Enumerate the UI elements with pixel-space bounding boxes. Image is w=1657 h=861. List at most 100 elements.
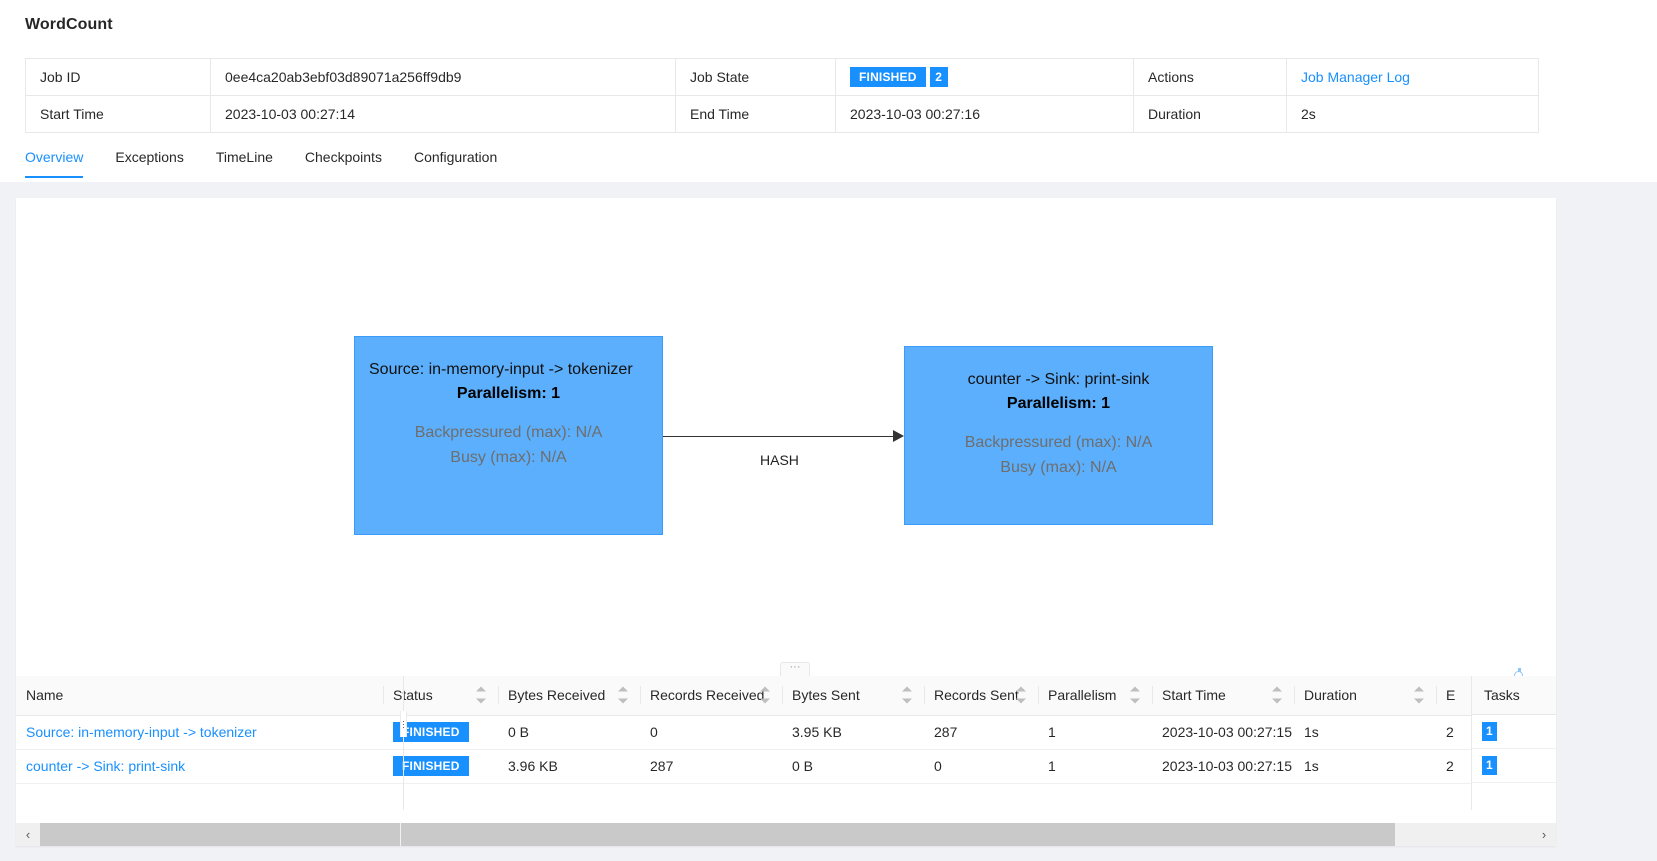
sort-arrows-icon[interactable] — [1272, 686, 1282, 704]
column-label: Bytes Sent — [792, 687, 860, 704]
table-row[interactable]: counter -> Sink: print-sink FINISHED 3.9… — [16, 749, 1556, 784]
cell-parallelism: 1 — [1038, 749, 1152, 784]
scroll-left-arrow-icon[interactable]: ‹ — [16, 823, 40, 846]
table-row: Job ID 0ee4ca20ab3ebf03d89071a256ff9db9 … — [25, 58, 1539, 96]
cell-name: Source: in-memory-input -> tokenizer — [16, 715, 383, 750]
cell-name: counter -> Sink: print-sink — [16, 749, 383, 784]
graph-edge-label: HASH — [760, 452, 799, 468]
column-label: Records Received — [650, 687, 765, 704]
cell-tasks: 1 — [1472, 715, 1556, 749]
graph-node-parallelism: Parallelism: 1 — [1006, 395, 1111, 412]
start-time-value: 2023-10-03 00:27:14 — [210, 95, 676, 133]
job-state-count-badge: 2 — [929, 67, 948, 87]
graph-node-backpressure: Backpressured (max): N/A — [964, 434, 1153, 451]
column-label: Duration — [1304, 687, 1357, 704]
vertices-table: Name Status Bytes Received Records Recei… — [16, 676, 1556, 784]
column-label: E — [1446, 687, 1456, 704]
graph-node-backpressure: Backpressured (max): N/A — [414, 424, 603, 441]
job-summary-table: Job ID 0ee4ca20ab3ebf03d89071a256ff9db9 … — [25, 58, 1539, 133]
tab-exceptions[interactable]: Exceptions — [115, 146, 183, 178]
panel-resize-handle[interactable]: ··· — [780, 662, 810, 676]
graph-node-source[interactable]: Source: in-memory-input -> tokenizer Par… — [354, 336, 663, 535]
job-state-label: Job State — [675, 58, 836, 96]
scroll-right-arrow-icon[interactable]: › — [1532, 823, 1556, 846]
actions-label: Actions — [1133, 58, 1287, 96]
job-id-value: 0ee4ca20ab3ebf03d89071a256ff9db9 — [210, 58, 676, 96]
vertices-table-header-row: Name Status Bytes Received Records Recei… — [16, 676, 1556, 716]
end-time-value: 2023-10-03 00:27:16 — [835, 95, 1134, 133]
job-state-value-cell: FINISHED 2 — [835, 58, 1134, 96]
cell-records-received: 0 — [640, 715, 782, 750]
status-badge: FINISHED — [850, 67, 926, 87]
end-time-label: End Time — [675, 95, 836, 133]
page-title: WordCount — [25, 16, 113, 33]
vertices-table-wrapper: Name Status Bytes Received Records Recei… — [16, 676, 1556, 846]
column-header-duration[interactable]: Duration — [1294, 676, 1436, 716]
column-header-bytes-received[interactable]: Bytes Received — [498, 676, 640, 716]
cell-bytes-received: 3.96 KB — [498, 749, 640, 784]
column-resize-grip[interactable] — [400, 711, 407, 737]
sort-arrows-icon[interactable] — [1130, 686, 1140, 704]
column-header-bytes-sent[interactable]: Bytes Sent — [782, 676, 924, 716]
cell-parallelism: 1 — [1038, 715, 1152, 750]
flink-job-overview-page: WordCount Job ID 0ee4ca20ab3ebf03d89071a… — [0, 0, 1657, 861]
graph-node-busy: Busy (max): N/A — [450, 449, 567, 466]
graph-node-name: counter -> Sink: print-sink — [967, 371, 1150, 388]
column-header-tasks[interactable]: Tasks — [1472, 676, 1556, 715]
horizontal-scrollbar[interactable]: ‹ › — [16, 823, 1556, 846]
sort-arrows-icon[interactable] — [1414, 686, 1424, 704]
graph-edge-arrowhead — [893, 430, 904, 442]
column-label: Parallelism — [1048, 687, 1117, 704]
tab-configuration[interactable]: Configuration — [414, 146, 497, 178]
tab-timeline[interactable]: TimeLine — [216, 146, 273, 178]
column-header-start-time[interactable]: Start Time — [1152, 676, 1294, 716]
duration-label: Duration — [1133, 95, 1287, 133]
column-header-name: Name — [16, 676, 383, 716]
job-graph-canvas[interactable]: Source: in-memory-input -> tokenizer Par… — [16, 198, 1556, 675]
scrollbar-thumb[interactable] — [40, 823, 1395, 846]
sort-arrows-icon[interactable] — [1016, 686, 1026, 704]
sort-arrows-icon[interactable] — [618, 686, 628, 704]
cell-start-time: 2023-10-03 00:27:15 — [1152, 715, 1294, 750]
column-header-parallelism[interactable]: Parallelism — [1038, 676, 1152, 716]
cell-duration: 1s — [1294, 715, 1436, 750]
cell-start-time: 2023-10-03 00:27:15 — [1152, 749, 1294, 784]
table-row[interactable]: Source: in-memory-input -> tokenizer FIN… — [16, 715, 1556, 750]
actions-value-cell: Job Manager Log — [1286, 58, 1539, 96]
job-id-label: Job ID — [25, 58, 211, 96]
column-label: Name — [26, 687, 64, 704]
duration-value: 2s — [1286, 95, 1539, 133]
tasks-count-badge: 1 — [1482, 722, 1497, 741]
start-time-label: Start Time — [25, 95, 211, 133]
sort-arrows-icon[interactable] — [476, 686, 486, 704]
tab-checkpoints[interactable]: Checkpoints — [305, 146, 382, 178]
frozen-column-divider — [403, 676, 404, 810]
column-label: Status — [393, 687, 433, 704]
column-header-records-sent[interactable]: Records Sent — [924, 676, 1038, 716]
cell-records-received: 287 — [640, 749, 782, 784]
tab-overview[interactable]: Overview — [25, 146, 84, 178]
tasks-frozen-column: Tasks 1 1 — [1471, 676, 1556, 810]
sort-arrows-icon[interactable] — [760, 686, 770, 704]
scrollbar-track[interactable] — [40, 823, 1532, 846]
cell-duration: 1s — [1294, 749, 1436, 784]
tasks-count-badge: 1 — [1482, 756, 1497, 775]
status-badge: FINISHED — [393, 756, 469, 776]
job-tabs: Overview Exceptions TimeLine Checkpoints… — [25, 146, 529, 182]
column-label: Start Time — [1162, 687, 1226, 704]
cell-bytes-received: 0 B — [498, 715, 640, 750]
sort-arrows-icon[interactable] — [902, 686, 912, 704]
job-manager-log-link[interactable]: Job Manager Log — [1301, 69, 1410, 85]
column-header-records-received[interactable]: Records Received — [640, 676, 782, 716]
job-header-panel: WordCount Job ID 0ee4ca20ab3ebf03d89071a… — [0, 0, 1657, 182]
vertex-name-link[interactable]: Source: in-memory-input -> tokenizer — [26, 724, 257, 740]
graph-node-parallelism: Parallelism: 1 — [456, 385, 561, 402]
cell-bytes-sent: 3.95 KB — [782, 715, 924, 750]
overview-card: Source: in-memory-input -> tokenizer Par… — [16, 198, 1556, 846]
graph-edge-line — [663, 436, 895, 437]
graph-node-sink[interactable]: counter -> Sink: print-sink Parallelism:… — [904, 346, 1213, 525]
cell-status: FINISHED — [383, 749, 498, 784]
graph-node-busy: Busy (max): N/A — [1000, 459, 1117, 476]
column-header-status[interactable]: Status — [383, 676, 498, 716]
vertex-name-link[interactable]: counter -> Sink: print-sink — [26, 758, 185, 774]
